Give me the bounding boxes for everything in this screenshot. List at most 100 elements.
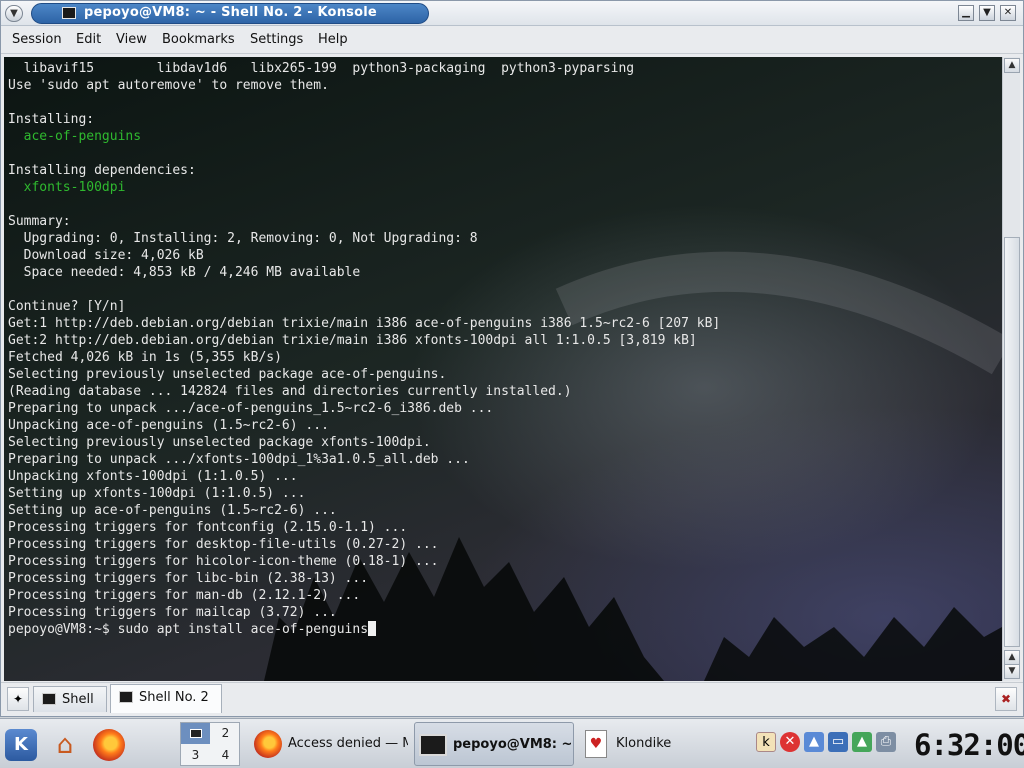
task-label: Klondike <box>616 736 672 751</box>
chevron-down-icon: ▼ <box>10 8 18 19</box>
terminal-line: Processing triggers for fontconfig (2.15… <box>8 520 408 535</box>
konsole-window: ▼ pepoyo@VM8: ~ - Shell No. 2 - Konsole … <box>0 0 1024 717</box>
minimize-icon: ▁ <box>962 7 970 18</box>
text-cursor <box>368 621 377 636</box>
terminal-line: Preparing to unpack .../ace-of-penguins_… <box>8 401 494 416</box>
menu-help[interactable]: Help <box>318 32 348 47</box>
terminal-line: Setting up ace-of-penguins (1.5~rc2-6) .… <box>8 503 337 518</box>
terminal-line: Use 'sudo apt autoremove' to remove them… <box>8 78 329 93</box>
scroll-down-button[interactable]: ▼ <box>1004 664 1020 679</box>
terminal-icon <box>419 734 447 756</box>
task-klondike[interactable]: ♥ Klondike <box>578 722 738 766</box>
printer-icon[interactable]: ⎙ <box>876 732 896 752</box>
tab-shell-no-2[interactable]: Shell No. 2 <box>110 684 222 713</box>
update-icon[interactable]: ▲ <box>852 732 872 752</box>
close-session-icon: ✖ <box>1000 692 1012 706</box>
terminal-output: libavif15 libdav1d6 libx265-199 python3-… <box>8 60 998 638</box>
close-icon: ✕ <box>1003 7 1013 18</box>
close-tab-button[interactable]: ✖ <box>995 687 1017 711</box>
terminal-line: Processing triggers for libc-bin (2.38-1… <box>8 571 369 586</box>
user-switch-icon[interactable]: ▲ <box>804 732 824 752</box>
firefox-icon <box>254 730 282 758</box>
prompt: pepoyo@VM8:~$ <box>8 622 118 637</box>
terminal-area[interactable]: libavif15 libdav1d6 libx265-199 python3-… <box>4 57 1002 681</box>
title-pill: pepoyo@VM8: ~ - Shell No. 2 - Konsole <box>31 3 429 24</box>
firefox-icon[interactable] <box>93 729 125 761</box>
terminal-line: Fetched 4,026 kB in 1s (5,355 kB/s) <box>8 350 282 365</box>
kmenu-icon[interactable]: K <box>5 729 37 761</box>
terminal-line: Preparing to unpack .../xfonts-100dpi_1%… <box>8 452 470 467</box>
terminal-line: xfonts-100dpi <box>8 180 126 195</box>
terminal-line: Space needed: 4,853 kB / 4,246 MB availa… <box>8 265 361 280</box>
klipper-icon[interactable]: k <box>756 732 776 752</box>
task-label: pepoyo@VM8: ~ <box>453 737 571 752</box>
scrollbar-thumb[interactable] <box>1004 237 1020 647</box>
network-disconnected-icon[interactable]: ✕ <box>780 732 800 752</box>
arrow-up-icon: ▲ <box>1008 60 1016 70</box>
window-menu-button[interactable]: ▼ <box>5 5 23 22</box>
task-konsole[interactable]: pepoyo@VM8: ~ <box>414 722 574 766</box>
terminal-scrollbar[interactable]: ▲ ▲ ▼ <box>1002 57 1020 681</box>
pager-desktop-3[interactable]: 3 <box>181 745 210 766</box>
new-tab-button[interactable]: ✦ <box>7 687 29 711</box>
scroll-up-button-lower[interactable]: ▲ <box>1004 650 1020 665</box>
terminal-line: Installing dependencies: <box>8 163 196 178</box>
terminal-line: Get:2 http://deb.debian.org/debian trixi… <box>8 333 697 348</box>
terminal-line: Processing triggers for hicolor-icon-the… <box>8 554 439 569</box>
desktop-pager: 2 3 4 <box>180 722 240 766</box>
close-button[interactable]: ✕ <box>1000 5 1016 21</box>
terminal-line: Summary: <box>8 214 71 229</box>
pager-desktop-2[interactable]: 2 <box>211 723 240 744</box>
terminal-line: Processing triggers for mailcap (3.72) .… <box>8 605 337 620</box>
maximize-icon: ▼ <box>983 7 991 18</box>
terminal-line: Unpacking xfonts-100dpi (1:1.0.5) ... <box>8 469 298 484</box>
arrow-down-icon: ▼ <box>1008 666 1016 676</box>
command-input[interactable]: sudo apt install ace-of-penguins <box>118 622 368 637</box>
menu-bookmarks[interactable]: Bookmarks <box>162 32 235 47</box>
terminal-line: Processing triggers for man-db (2.12.1-2… <box>8 588 361 603</box>
terminal-line: Selecting previously unselected package … <box>8 367 447 382</box>
new-session-icon: ✦ <box>12 692 24 706</box>
terminal-line: Unpacking ace-of-penguins (1.5~rc2-6) ..… <box>8 418 329 433</box>
tab-shell[interactable]: Shell <box>33 686 107 712</box>
clock[interactable]: 6:32:00 <box>914 728 1024 762</box>
menu-view[interactable]: View <box>116 32 147 47</box>
terminal-line: Upgrading: 0, Installing: 2, Removing: 0… <box>8 231 478 246</box>
tab-label: Shell <box>62 692 94 707</box>
terminal-line: Processing triggers for desktop-file-uti… <box>8 537 439 552</box>
terminal-line: libavif15 libdav1d6 libx265-199 python3-… <box>8 61 635 76</box>
scroll-up-button[interactable]: ▲ <box>1004 58 1020 73</box>
terminal-icon <box>62 7 76 19</box>
maximize-button[interactable]: ▼ <box>979 5 995 21</box>
task-label: Access denied — M <box>288 736 408 751</box>
terminal-line: Installing: <box>8 112 95 127</box>
pager-desktop-4[interactable]: 4 <box>211 745 240 766</box>
terminal-icon <box>119 691 133 703</box>
title-bar[interactable]: ▼ pepoyo@VM8: ~ - Shell No. 2 - Konsole … <box>1 1 1023 26</box>
terminal-line: Selecting previously unselected package … <box>8 435 431 450</box>
arrow-up-icon: ▲ <box>1008 652 1016 662</box>
terminal-line: (Reading database ... 142824 files and d… <box>8 384 572 399</box>
terminal-line: Get:1 http://deb.debian.org/debian trixi… <box>8 316 721 331</box>
system-tray: k ✕ ▲ ▭ ▲ ⎙ <box>752 728 902 758</box>
cards-icon: ♥ <box>585 730 607 758</box>
session-tab-bar: ✦ Shell Shell No. 2 ✖ <box>1 682 1023 716</box>
window-title: pepoyo@VM8: ~ - Shell No. 2 - Konsole <box>84 5 377 20</box>
terminal-line: Setting up xfonts-100dpi (1:1.0.5) ... <box>8 486 306 501</box>
pager-desktop-1[interactable] <box>181 723 210 744</box>
terminal-line: ace-of-penguins <box>8 129 142 144</box>
menu-session[interactable]: Session <box>12 32 62 47</box>
menu-edit[interactable]: Edit <box>76 32 101 47</box>
prompt-line: pepoyo@VM8:~$ sudo apt install ace-of-pe… <box>8 621 998 638</box>
task-firefox[interactable]: Access denied — M <box>250 722 410 766</box>
minimize-button[interactable]: ▁ <box>958 5 974 21</box>
tab-label: Shell No. 2 <box>139 690 209 705</box>
menu-bar: Session Edit View Bookmarks Settings Hel… <box>1 27 1023 54</box>
menu-settings[interactable]: Settings <box>250 32 303 47</box>
display-icon[interactable]: ▭ <box>828 732 848 752</box>
home-icon[interactable]: ⌂ <box>49 729 81 761</box>
